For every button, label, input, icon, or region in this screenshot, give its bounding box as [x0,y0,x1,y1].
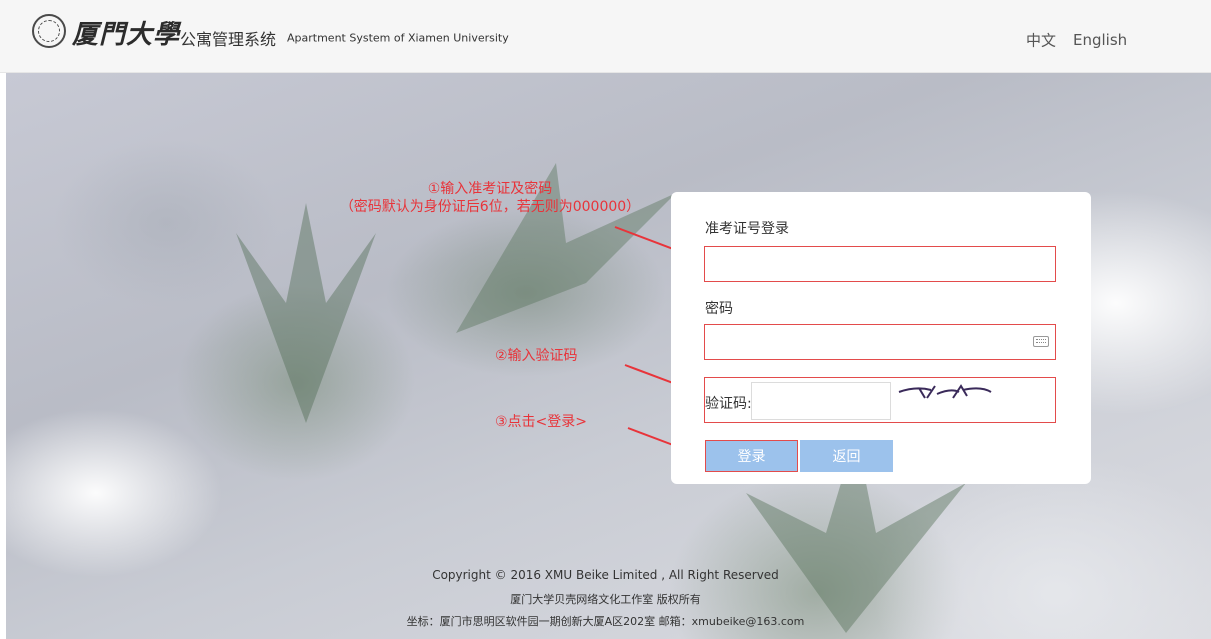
password-input[interactable] [704,324,1056,360]
annotation-step1-line1: ①输入准考证及密码 [427,181,553,197]
leaf-decoration [236,203,376,423]
annotation-step1: ①输入准考证及密码 （密码默认为身份证后6位，若无则为000000） [300,180,680,216]
annotation-step1-line2: （密码默认为身份证后6位，若无则为000000） [339,199,641,215]
footer-studio: 厦门大学贝壳网络文化工作室 版权所有 [510,593,701,606]
back-button[interactable]: 返回 [800,440,893,472]
system-name-cn: 公寓管理系统 [180,30,277,49]
university-seal-logo [32,14,66,48]
captcha-label: 验证码: [705,396,752,412]
annotation-step3: ③点击<登录> [495,414,588,430]
captcha-image[interactable] [891,378,1001,408]
captcha-row: 验证码: [704,377,1056,423]
top-header: 厦門大學 公寓管理系统 Apartment System of Xiamen U… [0,0,1211,73]
language-english-link[interactable]: English [1073,31,1127,49]
keyboard-icon[interactable] [1033,336,1049,347]
leaf-decoration [456,163,676,333]
exam-id-input[interactable] [704,246,1056,282]
captcha-input[interactable] [751,382,891,420]
login-card: 准考证号登录 密码 验证码: 登录 返回 [671,192,1091,484]
password-label: 密码 [705,301,733,317]
exam-id-label: 准考证号登录 [705,221,789,237]
annotation-step2: ②输入验证码 [495,348,578,364]
university-name-logo: 厦門大學 [72,20,181,50]
login-button[interactable]: 登录 [705,440,798,472]
footer-address: 坐标：厦门市思明区软件园一期创新大厦A区202室 邮箱：xmubeike@163… [406,615,805,628]
system-name-en: Apartment System of Xiamen University [287,31,509,45]
footer-copyright: Copyright © 2016 XMU Beike Limited , All… [432,568,779,582]
language-chinese-link[interactable]: 中文 [1026,30,1056,51]
